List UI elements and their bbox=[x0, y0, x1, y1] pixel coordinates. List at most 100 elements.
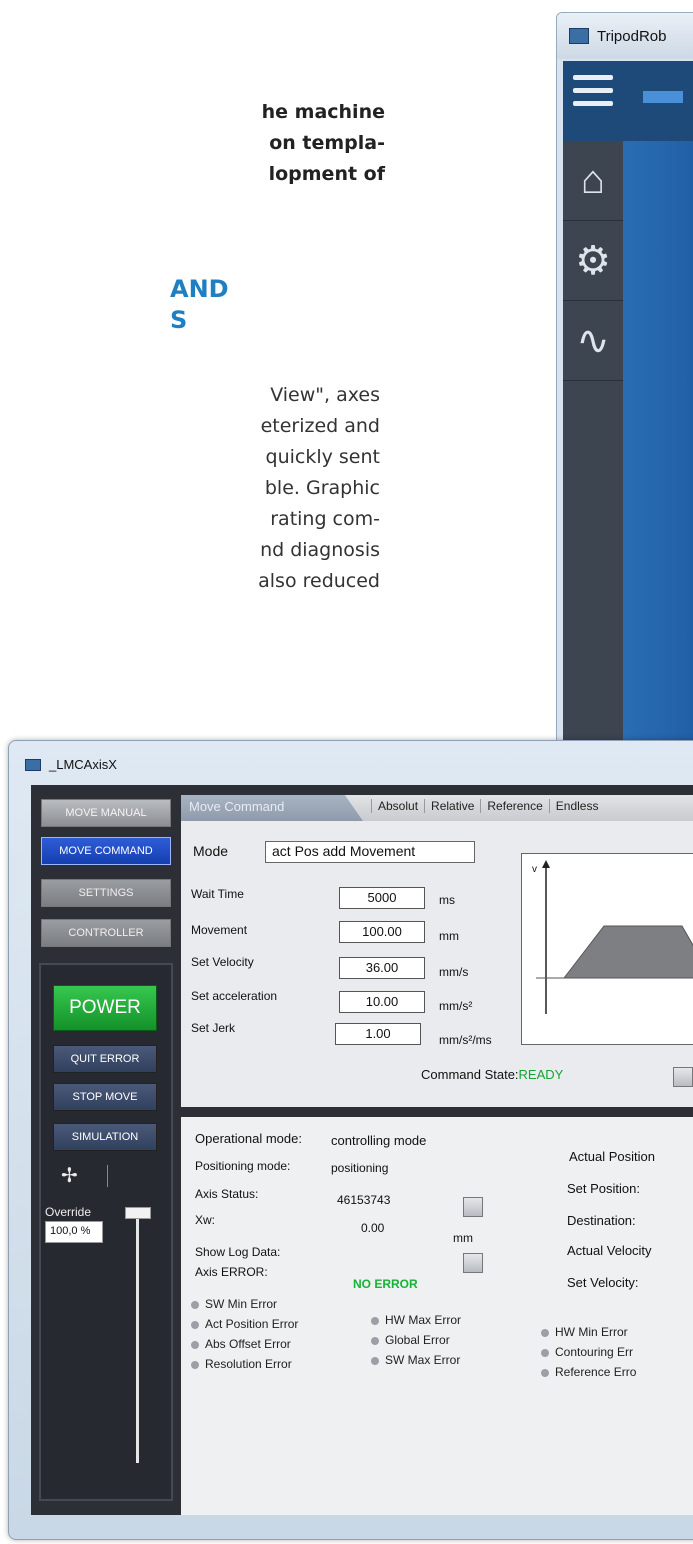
sw-max-error-led: SW Max Error bbox=[371, 1353, 460, 1367]
article-intro: he machine on templa- lopment of bbox=[85, 97, 385, 190]
lmc-titlebar[interactable]: _LMCAxisX bbox=[25, 757, 117, 772]
tripod-menubar bbox=[563, 61, 693, 141]
override-label: Override bbox=[45, 1205, 92, 1219]
axis-error-value: NO ERROR bbox=[353, 1277, 418, 1291]
set-acceleration-input[interactable]: 10.00 bbox=[339, 991, 425, 1013]
resolution-error-led: Resolution Error bbox=[191, 1357, 292, 1371]
set-position-label: Set Position: bbox=[567, 1181, 640, 1196]
hw-min-error-led: HW Min Error bbox=[541, 1325, 628, 1339]
axis-status-label: Axis Status: bbox=[195, 1187, 259, 1201]
sw-min-error-led: SW Min Error bbox=[191, 1297, 277, 1311]
body-line: eterized and bbox=[260, 415, 380, 437]
set-velocity-input[interactable]: 36.00 bbox=[339, 957, 425, 979]
show-log-label: Show Log Data: bbox=[195, 1245, 281, 1259]
abs-offset-error-led: Abs Offset Error bbox=[191, 1337, 291, 1351]
intro-line: on templa- bbox=[269, 132, 385, 154]
set-acceleration-label: Set acceleration bbox=[191, 989, 278, 1003]
axis-status-button[interactable] bbox=[463, 1197, 483, 1217]
hw-max-error-led: HW Max Error bbox=[371, 1313, 461, 1327]
wait-time-label: Wait Time bbox=[191, 887, 244, 901]
pulse-icon[interactable]: ∿ bbox=[563, 301, 623, 381]
command-tabbar: Move Command Absolut Relative Reference … bbox=[181, 795, 693, 821]
body-line: nd diagnosis bbox=[260, 539, 380, 561]
movement-input[interactable]: 100.00 bbox=[339, 921, 425, 943]
mode-label: Mode bbox=[193, 843, 229, 859]
set-velocity-unit: mm/s bbox=[439, 965, 469, 979]
hamburger-menu-icon[interactable] bbox=[573, 75, 613, 114]
article-heading: AND S bbox=[170, 274, 229, 336]
body-line: ble. Graphic bbox=[264, 477, 380, 499]
global-error-led: Global Error bbox=[371, 1333, 450, 1347]
body-line: quickly sent bbox=[265, 446, 380, 468]
controller-button[interactable]: CONTROLLER bbox=[41, 919, 171, 947]
axis-status-value: 46153743 bbox=[337, 1193, 391, 1207]
tab-endless[interactable]: Endless bbox=[548, 799, 605, 813]
set-acceleration-unit: mm/s² bbox=[439, 999, 473, 1013]
wait-time-input[interactable]: 5000 bbox=[339, 887, 425, 909]
reference-error-led: Reference Erro bbox=[541, 1365, 636, 1379]
velocity-profile-graph: v bbox=[521, 853, 693, 1045]
set-velocity-label: Set Velocity bbox=[191, 955, 254, 969]
body-line: also reduced bbox=[258, 570, 380, 592]
override-value-field[interactable]: 100,0 % bbox=[45, 1221, 103, 1243]
set-velocity-status-label: Set Velocity: bbox=[567, 1275, 639, 1290]
heading-line: S bbox=[170, 306, 188, 334]
act-position-error-led: Act Position Error bbox=[191, 1317, 298, 1331]
lmc-axis-window: _LMCAxisX MOVE MANUAL MOVE COMMAND SETTI… bbox=[8, 740, 693, 1540]
trapezoid-profile bbox=[562, 925, 693, 979]
tripod-robot-window: TripodRob ⌂ ⚙ ∿ bbox=[556, 12, 693, 772]
command-state-value: READY bbox=[518, 1067, 564, 1082]
command-state-label: Command State: bbox=[421, 1067, 519, 1082]
control-panel: POWER QUIT ERROR STOP MOVE SIMULATION ✢ … bbox=[39, 963, 173, 1501]
actual-position-label: Actual Position bbox=[569, 1149, 655, 1164]
heading-line: AND bbox=[170, 275, 229, 303]
home-icon[interactable]: ⌂ bbox=[563, 141, 623, 221]
intro-line: he machine bbox=[261, 101, 385, 123]
operational-mode-label: Operational mode: bbox=[195, 1131, 302, 1146]
power-button[interactable]: POWER bbox=[53, 985, 157, 1031]
set-jerk-input[interactable]: 1.00 bbox=[335, 1023, 421, 1045]
command-start-button[interactable] bbox=[673, 1067, 693, 1087]
wait-time-unit: ms bbox=[439, 893, 455, 907]
simulation-button[interactable]: SIMULATION bbox=[53, 1123, 157, 1151]
move-command-button[interactable]: MOVE COMMAND bbox=[41, 837, 171, 865]
velocity-profile-chart: v bbox=[532, 860, 693, 1014]
brand-logo bbox=[643, 91, 683, 103]
xw-label: Xw: bbox=[195, 1213, 216, 1227]
override-slider-track[interactable] bbox=[136, 1215, 139, 1463]
tab-move-command[interactable]: Move Command bbox=[181, 795, 363, 821]
tab-relative[interactable]: Relative bbox=[424, 799, 480, 813]
xw-value: 0.00 bbox=[361, 1221, 385, 1235]
show-log-button[interactable] bbox=[463, 1253, 483, 1273]
tripod-main-area bbox=[623, 141, 693, 771]
destination-label: Destination: bbox=[567, 1213, 636, 1228]
tab-reference[interactable]: Reference bbox=[480, 799, 548, 813]
move-manual-button[interactable]: MOVE MANUAL bbox=[41, 799, 171, 827]
graph-arrow-icon bbox=[542, 860, 550, 868]
intro-line: lopment of bbox=[268, 163, 385, 185]
tripod-window-title: TripodRob bbox=[597, 27, 667, 45]
movement-unit: mm bbox=[439, 929, 459, 943]
gear-icon[interactable]: ⚙ bbox=[563, 221, 623, 301]
actual-velocity-label: Actual Velocity bbox=[567, 1243, 652, 1258]
quit-error-button[interactable]: QUIT ERROR bbox=[53, 1045, 157, 1073]
stop-move-button[interactable]: STOP MOVE bbox=[53, 1083, 157, 1111]
override-slider-handle[interactable] bbox=[125, 1207, 151, 1219]
mode-tabs: Absolut Relative Reference Endless bbox=[371, 799, 604, 813]
move-command-panel: Move Command Absolut Relative Reference … bbox=[181, 795, 693, 1107]
divider bbox=[107, 1165, 108, 1187]
command-state: Command State:READY bbox=[421, 1067, 563, 1082]
xw-unit: mm bbox=[453, 1231, 473, 1245]
app-icon bbox=[569, 28, 589, 44]
mode-select[interactable]: act Pos add Movement bbox=[265, 841, 475, 863]
left-navigation: MOVE MANUAL MOVE COMMAND SETTINGS CONTRO… bbox=[31, 785, 177, 1515]
tripod-titlebar[interactable]: TripodRob bbox=[557, 13, 693, 59]
axis-status-panel: Operational mode: controlling mode Posit… bbox=[181, 1117, 693, 1515]
tab-absolut[interactable]: Absolut bbox=[371, 799, 424, 813]
crosshair-icon[interactable]: ✢ bbox=[61, 1163, 78, 1188]
operational-mode-value: controlling mode bbox=[331, 1133, 427, 1148]
positioning-mode-label: Positioning mode: bbox=[195, 1159, 291, 1173]
article-body: View", axes eterized and quickly sent bl… bbox=[80, 380, 380, 597]
lmc-window-title: _LMCAxisX bbox=[49, 757, 117, 772]
settings-button[interactable]: SETTINGS bbox=[41, 879, 171, 907]
